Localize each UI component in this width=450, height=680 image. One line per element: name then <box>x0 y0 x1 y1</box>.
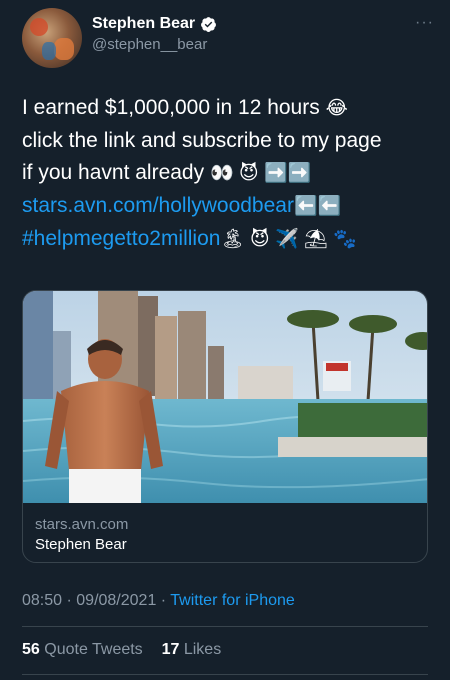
card-image[interactable] <box>23 291 428 503</box>
hashtag-link[interactable]: #helpmegetto2million <box>22 227 220 250</box>
tweet-link[interactable]: stars.avn.com/hollywoodbear <box>22 194 294 217</box>
tweet-line-4: stars.avn.com/hollywoodbear ⬅️⬅️ <box>22 190 437 223</box>
card-domain[interactable]: stars.avn.com <box>35 516 128 533</box>
link-preview-card[interactable]: stars.avn.com Stephen Bear <box>22 290 428 563</box>
divider <box>22 626 428 627</box>
tweet-line-3: if you havnt already 👀 😈 ➡️➡️ <box>22 157 437 190</box>
left-arrows-emoji-icon: ⬅️⬅️ <box>293 196 342 217</box>
tweet-date[interactable]: 09/08/2021 <box>76 592 156 609</box>
display-name[interactable]: Stephen Bear <box>92 15 195 33</box>
eyes-devil-arrows-emoji-icon: 👀 😈 ➡️➡️ <box>209 163 312 184</box>
tweet-line-2: click the link and subscribe to my page <box>22 129 382 152</box>
tweet-line-5: #helpmegetto2million 🏝 😈 ✈️ ⛱ 🐾 <box>22 223 437 256</box>
likes-stat[interactable]: 17 Likes <box>162 641 222 658</box>
author-block[interactable]: Stephen Bear @stephen__bear <box>92 15 217 53</box>
island-devil-plane-umbrella-paws-emoji-icon: 🏝 😈 ✈️ ⛱ 🐾 <box>220 229 357 250</box>
more-options-icon[interactable]: ··· <box>415 14 434 32</box>
verified-badge-icon <box>201 16 217 32</box>
divider <box>22 674 428 675</box>
tweet-time[interactable]: 08:50 <box>22 592 62 609</box>
avatar[interactable] <box>22 8 82 68</box>
tweet-text: I earned $1,000,000 in 12 hours 😂 click … <box>22 92 437 256</box>
handle[interactable]: @stephen__bear <box>92 36 217 53</box>
tweet-meta: 08:50 · 09/08/2021 · Twitter for iPhone <box>22 592 295 609</box>
card-title[interactable]: Stephen Bear <box>35 536 127 553</box>
tweet-header: Stephen Bear @stephen__bear ··· <box>22 8 434 70</box>
display-name-row[interactable]: Stephen Bear <box>92 15 217 33</box>
tweet-source-link[interactable]: Twitter for iPhone <box>170 592 295 609</box>
laughing-emoji-icon: 😂 <box>325 98 348 119</box>
quote-tweets-stat[interactable]: 56 Quote Tweets <box>22 641 143 658</box>
tweet-line-1: I earned $1,000,000 in 12 hours 😂 <box>22 92 437 125</box>
tweet-stats: 56 Quote Tweets 17 Likes <box>22 641 221 659</box>
